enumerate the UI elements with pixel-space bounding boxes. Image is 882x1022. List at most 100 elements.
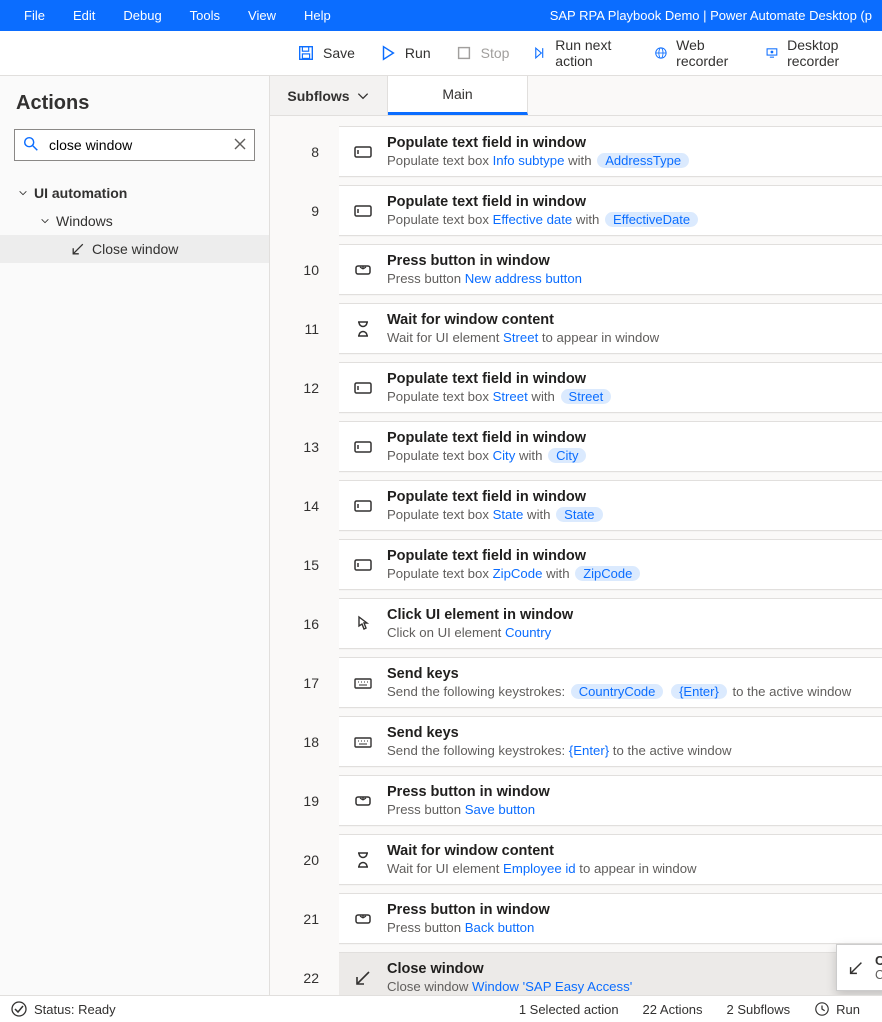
step-card[interactable]: Send keysSend the following keystrokes: … <box>339 657 882 708</box>
run-delay-icon <box>814 1001 830 1017</box>
menu-help[interactable]: Help <box>290 0 345 31</box>
step-card[interactable]: Populate text field in windowPopulate te… <box>339 539 882 590</box>
step-row[interactable]: 10Press button in windowPress button New… <box>284 240 882 299</box>
step-card[interactable]: Press button in window Press button Save … <box>339 775 882 826</box>
tree-windows[interactable]: Windows <box>0 207 269 235</box>
press-icon <box>353 909 373 929</box>
ui-element-link[interactable]: ZipCode <box>493 566 543 581</box>
ui-element-link[interactable]: Street <box>493 389 528 404</box>
textbox-icon <box>353 378 373 398</box>
subflows-dropdown[interactable]: Subflows <box>270 76 388 115</box>
step-description: Press button Save button <box>387 802 550 817</box>
step-description: Press button New address button <box>387 271 582 286</box>
press-icon <box>353 260 373 280</box>
step-description: Populate text box Effective date with Ef… <box>387 212 700 227</box>
ui-element-link[interactable]: {Enter} <box>569 743 609 758</box>
tab-main[interactable]: Main <box>388 76 528 115</box>
step-card[interactable]: Populate text field in windowPopulate te… <box>339 421 882 472</box>
step-row[interactable]: 16Click UI element in windowClick on UI … <box>284 594 882 653</box>
step-title: Populate text field in window <box>387 548 642 564</box>
step-description: Populate text box State with State <box>387 507 605 522</box>
step-row[interactable]: 21Press button in windowPress button Bac… <box>284 889 882 948</box>
step-row[interactable]: 12Populate text field in windowPopulate … <box>284 358 882 417</box>
step-row[interactable]: 9Populate text field in windowPopulate t… <box>284 181 882 240</box>
click-icon <box>353 614 373 634</box>
step-row[interactable]: 11Wait for window contentWait for UI ele… <box>284 299 882 358</box>
menu-tools[interactable]: Tools <box>176 0 234 31</box>
menu-file[interactable]: File <box>10 0 59 31</box>
step-row[interactable]: 22Close windowClose window Window 'SAP E… <box>284 948 882 995</box>
step-card[interactable]: Populate text field in windowPopulate te… <box>339 126 882 177</box>
status-selected: 1 Selected action <box>507 1002 631 1017</box>
textbox-icon <box>353 555 373 575</box>
textbox-icon <box>353 201 373 221</box>
actions-title: Actions <box>0 76 269 129</box>
variable-chip[interactable]: City <box>548 448 586 463</box>
ui-element-link[interactable]: Window 'SAP Easy Access' <box>472 979 632 994</box>
tree-close-window[interactable]: Close window <box>0 235 269 263</box>
variable-chip[interactable]: Street <box>561 389 612 404</box>
step-card[interactable]: Populate text field in windowPopulate te… <box>339 362 882 413</box>
step-number: 10 <box>284 240 339 299</box>
step-row[interactable]: 19Press button in windowPress button Sav… <box>284 771 882 830</box>
variable-chip[interactable]: EffectiveDate <box>605 212 698 227</box>
variable-chip[interactable]: ZipCode <box>575 566 640 581</box>
status-run[interactable]: Run <box>802 1001 872 1017</box>
menu-edit[interactable]: Edit <box>59 0 109 31</box>
web-recorder-button[interactable]: Web recorder <box>642 31 753 76</box>
step-row[interactable]: 14Populate text field in windowPopulate … <box>284 476 882 535</box>
step-row[interactable]: 20Wait for window contentWait for UI ele… <box>284 830 882 889</box>
step-row[interactable]: 15Populate text field in windowPopulate … <box>284 535 882 594</box>
variable-chip[interactable]: AddressType <box>597 153 689 168</box>
ui-element-link[interactable]: Effective date <box>493 212 573 227</box>
ui-element-link[interactable]: Country <box>505 625 551 640</box>
step-title: Populate text field in window <box>387 194 700 210</box>
save-button[interactable]: Save <box>285 31 367 76</box>
clear-search-icon[interactable] <box>231 135 249 153</box>
ui-element-link[interactable]: City <box>493 448 516 463</box>
textbox-icon <box>353 142 373 162</box>
ui-element-link[interactable]: Street <box>503 330 538 345</box>
step-card[interactable]: Press button in windowPress button Back … <box>339 893 882 944</box>
step-card[interactable]: Populate text field in window Populate te… <box>339 185 882 236</box>
run-next-button[interactable]: Run next action <box>521 31 642 76</box>
variable-chip[interactable]: CountryCode <box>571 684 664 699</box>
status-bar: Status: Ready 1 Selected action 22 Actio… <box>0 995 882 1022</box>
step-card[interactable]: Press button in windowPress button New a… <box>339 244 882 295</box>
ui-element-link[interactable]: Info subtype <box>493 153 565 168</box>
step-title: Press button in window <box>387 784 550 800</box>
variable-chip[interactable]: State <box>556 507 602 522</box>
step-title: Wait for window content <box>387 312 659 328</box>
title-bar: File Edit Debug Tools View Help SAP RPA … <box>0 0 882 31</box>
step-row[interactable]: 17Send keysSend the following keystrokes… <box>284 653 882 712</box>
step-card[interactable]: Populate text field in windowPopulate te… <box>339 480 882 531</box>
press-icon <box>353 791 373 811</box>
step-card[interactable]: Wait for window contentWait for UI eleme… <box>339 303 882 354</box>
variable-chip[interactable]: {Enter} <box>671 684 727 699</box>
ui-element-link[interactable]: Save button <box>465 802 535 817</box>
ui-element-link[interactable]: New address button <box>465 271 582 286</box>
step-row[interactable]: 13Populate text field in windowPopulate … <box>284 417 882 476</box>
step-number: 16 <box>284 594 339 653</box>
step-number: 18 <box>284 712 339 771</box>
step-card[interactable]: Click UI element in windowClick on UI el… <box>339 598 882 649</box>
search-actions-input[interactable] <box>14 129 255 161</box>
step-card[interactable]: Send keysSend the following keystrokes: … <box>339 716 882 767</box>
step-row[interactable]: 8Populate text field in windowPopulate t… <box>284 122 882 181</box>
run-button[interactable]: Run <box>367 31 443 76</box>
menu-debug[interactable]: Debug <box>109 0 175 31</box>
step-description: Send the following keystrokes: CountryCo… <box>387 684 851 699</box>
close-window-icon <box>70 241 86 257</box>
step-card[interactable]: Close windowClose window Window 'SAP Eas… <box>339 952 882 995</box>
step-row[interactable]: 18Send keysSend the following keystrokes… <box>284 712 882 771</box>
desktop-recorder-button[interactable]: Desktop recorder <box>753 31 882 76</box>
ui-element-link[interactable]: Back button <box>465 920 535 935</box>
ui-element-link[interactable]: State <box>493 507 524 522</box>
status-check-icon <box>10 1000 28 1018</box>
step-card[interactable]: Wait for window contentWait for UI eleme… <box>339 834 882 885</box>
steps-list[interactable]: 8 Populate text field in window Populate t… <box>270 116 882 995</box>
tree-ui-automation[interactable]: UI automation <box>0 179 269 207</box>
menu-view[interactable]: View <box>234 0 290 31</box>
step-number: 8 <box>284 122 339 181</box>
ui-element-link[interactable]: Employee id <box>503 861 576 876</box>
